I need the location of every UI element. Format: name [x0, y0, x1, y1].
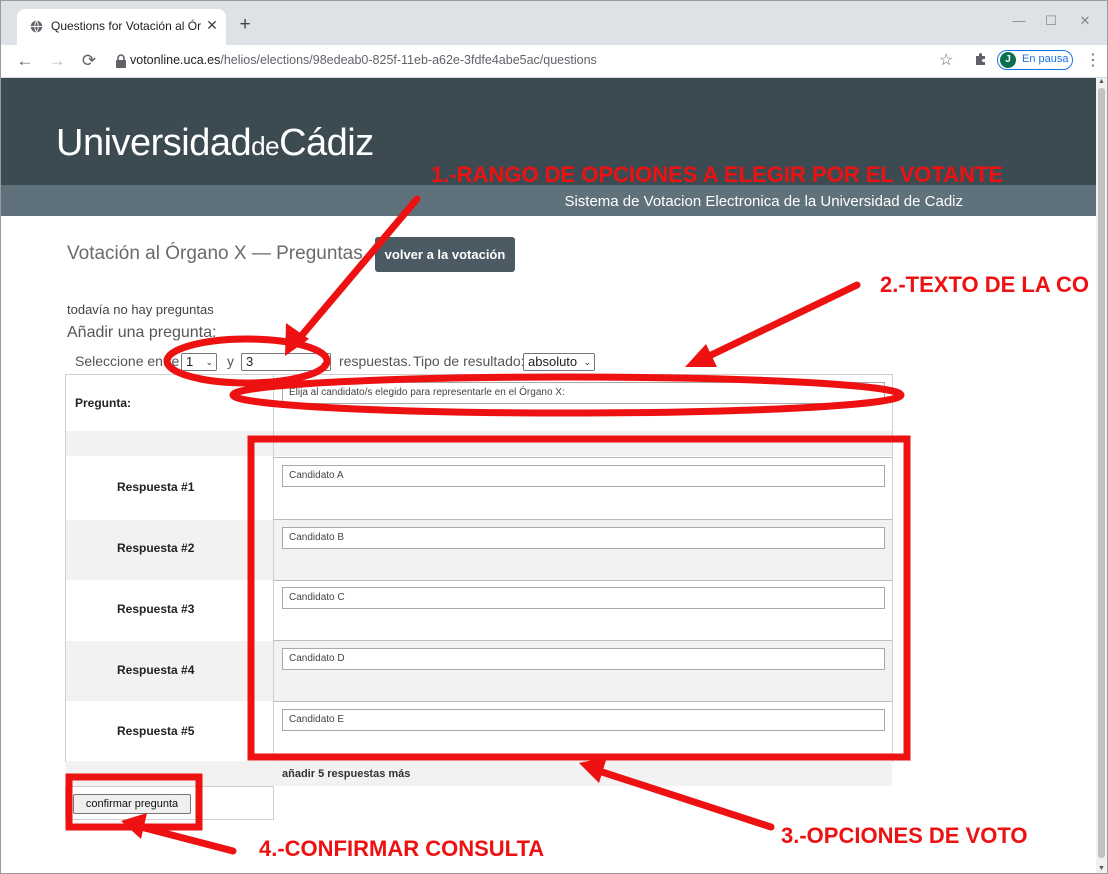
profile-status: En pausa: [1022, 53, 1069, 65]
url-host: votonline.uca.es: [130, 53, 221, 67]
annotation-label-vote-options: 3.-OPCIONES DE VOTO: [781, 823, 1028, 848]
row-divider: [273, 457, 892, 458]
table-footer-band: [66, 761, 892, 786]
answer-input[interactable]: Candidato D: [282, 648, 885, 670]
max-answers-select[interactable]: 3 ⌄: [241, 353, 331, 371]
scroll-up-arrow-icon[interactable]: ▲: [1097, 78, 1106, 86]
column-divider: [273, 375, 274, 761]
page-title: Votación al Órgano X — Preguntas: [67, 243, 363, 264]
profile-button[interactable]: J En pausa: [997, 50, 1073, 70]
page-viewport: UniversidaddeCádiz Sistema de Votacion E…: [1, 78, 1096, 873]
url-path: /helios/elections/98edeab0-825f-11eb-a62…: [220, 53, 597, 67]
answer-input[interactable]: Candidato A: [282, 465, 885, 487]
tab-title: Questions for Votación al Órgan: [51, 19, 201, 33]
answer-label: Respuesta #2: [117, 541, 195, 555]
browser-toolbar: ← → ⟳ votonline.uca.es/helios/elections/…: [1, 45, 1107, 78]
answer-input[interactable]: Candidato B: [282, 527, 885, 549]
tab-close-icon[interactable]: ✕: [203, 16, 221, 34]
question-table: [65, 374, 893, 762]
annotation-label-question-text: 2.-TEXTO DE LA CO: [880, 272, 1090, 297]
forward-arrow-icon[interactable]: →: [47, 51, 67, 71]
range-suffix: respuestas.: [339, 353, 412, 369]
add-more-answers-link[interactable]: añadir 5 respuestas más: [282, 768, 410, 780]
browser-tab[interactable]: Questions for Votación al Órgan ✕: [17, 9, 226, 45]
answer-label: Respuesta #3: [117, 602, 195, 616]
answer-label: Respuesta #4: [117, 663, 195, 677]
bookmark-star-icon[interactable]: ☆: [939, 50, 953, 70]
university-logo: UniversidaddeCádiz: [56, 122, 374, 164]
globe-icon: [30, 20, 43, 33]
question-label: Pregunta:: [75, 396, 132, 410]
result-type-label: Tipo de resultado:: [413, 353, 525, 369]
reload-icon[interactable]: ⟳: [79, 51, 99, 71]
scroll-down-arrow-icon[interactable]: ▼: [1097, 865, 1106, 873]
close-window-icon[interactable]: ✕: [1075, 11, 1095, 31]
table-band: [66, 431, 892, 456]
confirm-question-button[interactable]: confirmar pregunta: [73, 794, 191, 814]
result-type-select[interactable]: absoluto ⌄: [523, 353, 595, 371]
annotation-label-range: 1.-RANGO DE OPCIONES A ELEGIR POR EL VOT…: [431, 162, 1004, 187]
chevron-down-icon: ⌄: [205, 357, 213, 367]
row-divider: [273, 701, 892, 702]
new-tab-icon[interactable]: +: [235, 15, 255, 35]
row-divider: [273, 519, 892, 520]
answer-range-row: Seleccione entre: [75, 353, 179, 369]
answer-label: Respuesta #5: [117, 724, 195, 738]
chevron-down-icon: ⌄: [319, 357, 327, 367]
back-arrow-icon[interactable]: ←: [15, 51, 35, 71]
range-prefix: Seleccione entre: [75, 353, 180, 369]
no-questions-text: todavía no hay preguntas: [67, 302, 214, 317]
address-bar[interactable]: votonline.uca.es/helios/elections/98edea…: [130, 53, 597, 67]
annotation-label-confirm: 4.-CONFIRMAR CONSULTA: [259, 836, 545, 861]
question-text-input[interactable]: Elija al candidato/s elegido para repres…: [282, 382, 885, 404]
answer-input[interactable]: Candidato E: [282, 709, 885, 731]
scroll-thumb[interactable]: [1098, 88, 1105, 858]
extensions-puzzle-icon[interactable]: [973, 51, 989, 67]
row-divider: [273, 640, 892, 641]
page-scrollbar[interactable]: ▲ ▼: [1096, 78, 1107, 873]
maximize-icon[interactable]: ☐: [1041, 11, 1061, 31]
row-divider: [273, 580, 892, 581]
avatar: J: [1000, 52, 1016, 68]
add-question-heading: Añadir una pregunta:: [67, 324, 217, 341]
back-to-election-button[interactable]: volver a la votación: [375, 237, 515, 272]
site-subbar: Sistema de Votacion Electronica de la Un…: [1, 185, 1096, 216]
tab-strip: Questions for Votación al Órgan ✕ + — ☐ …: [1, 1, 1107, 45]
minimize-icon[interactable]: —: [1009, 11, 1029, 31]
site-subtitle: Sistema de Votacion Electronica de la Un…: [564, 193, 963, 210]
range-y: y: [227, 353, 234, 369]
min-answers-select[interactable]: 1 ⌄: [181, 353, 217, 371]
browser-window: Questions for Votación al Órgan ✕ + — ☐ …: [0, 0, 1108, 874]
answer-input[interactable]: Candidato C: [282, 587, 885, 609]
answer-label: Respuesta #1: [117, 480, 195, 494]
browser-menu-icon[interactable]: ⋮: [1085, 50, 1101, 70]
chevron-down-icon: ⌄: [583, 357, 591, 367]
lock-icon: [116, 54, 126, 68]
